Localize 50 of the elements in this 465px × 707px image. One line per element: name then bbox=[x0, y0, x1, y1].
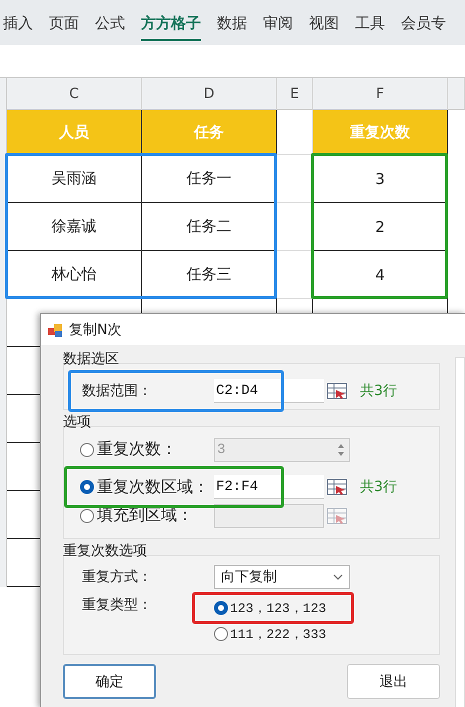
column-header[interactable]: D bbox=[142, 78, 277, 110]
ribbon-tab[interactable]: 插入 bbox=[3, 8, 33, 41]
table-cell: 3 bbox=[313, 155, 448, 203]
header-cell: 人员 bbox=[7, 110, 142, 155]
row-count: 共3行 bbox=[359, 478, 398, 496]
column-header[interactable]: C bbox=[7, 78, 142, 110]
column-header[interactable]: F bbox=[313, 78, 448, 110]
row-count: 共3行 bbox=[359, 382, 398, 400]
table-cell: 林心怡 bbox=[7, 251, 142, 299]
column-header bbox=[448, 78, 465, 110]
ribbon-tab[interactable]: 方方格子 bbox=[141, 8, 201, 41]
input-field[interactable]: F2:F4 bbox=[214, 475, 324, 499]
radio-button[interactable] bbox=[214, 601, 228, 615]
ribbon-tab[interactable]: 审阅 bbox=[263, 8, 293, 41]
field-label: 重复方式： bbox=[82, 568, 153, 586]
radio-button[interactable] bbox=[214, 627, 228, 641]
header-cell: 任务 bbox=[142, 110, 277, 155]
group-title: 重复次数选项 bbox=[63, 543, 147, 559]
header-cell: 重复次数 bbox=[313, 110, 448, 155]
table-icon bbox=[326, 382, 348, 400]
option-label: 111，222，333 bbox=[230, 626, 326, 643]
ok-button[interactable]: 确定 bbox=[63, 664, 156, 699]
option-label: 重复次数区域： bbox=[97, 476, 209, 498]
option-label: 123，123，123 bbox=[230, 600, 326, 617]
spin-arrows-icon bbox=[336, 442, 346, 456]
field-label: 重复类型： bbox=[82, 596, 153, 614]
table-cell: 4 bbox=[313, 251, 448, 299]
ribbon-tab[interactable]: 工具 bbox=[355, 8, 385, 41]
window-title: 复制N次 bbox=[69, 320, 122, 338]
chevron-down-icon bbox=[333, 574, 343, 580]
radio-button[interactable] bbox=[80, 480, 94, 494]
table-cell: 2 bbox=[313, 203, 448, 251]
field-label: 数据范围： bbox=[82, 382, 153, 400]
group-title: 选项 bbox=[63, 414, 91, 430]
option-label: 重复次数： bbox=[97, 439, 177, 460]
table-icon bbox=[326, 506, 348, 524]
ribbon-tab[interactable]: 数据 bbox=[217, 8, 247, 41]
exit-button[interactable]: 退出 bbox=[347, 664, 440, 699]
table-cell: 徐嘉诚 bbox=[7, 203, 142, 251]
ribbon-tab[interactable]: 公式 bbox=[95, 8, 125, 41]
ribbon-tab[interactable]: 页面 bbox=[49, 8, 79, 41]
column-header[interactable]: E bbox=[277, 78, 313, 110]
ribbon-tab[interactable]: 会员专 bbox=[401, 8, 446, 41]
dropdown[interactable]: 向下复制 bbox=[214, 565, 350, 589]
input-field[interactable]: C2:D4 bbox=[214, 379, 324, 403]
app-icon bbox=[47, 322, 63, 338]
group-title: 数据选区 bbox=[63, 351, 119, 367]
table-cell: 吴雨涵 bbox=[7, 155, 142, 203]
table-icon bbox=[326, 478, 348, 496]
ribbon-tab[interactable]: 视图 bbox=[309, 8, 339, 41]
